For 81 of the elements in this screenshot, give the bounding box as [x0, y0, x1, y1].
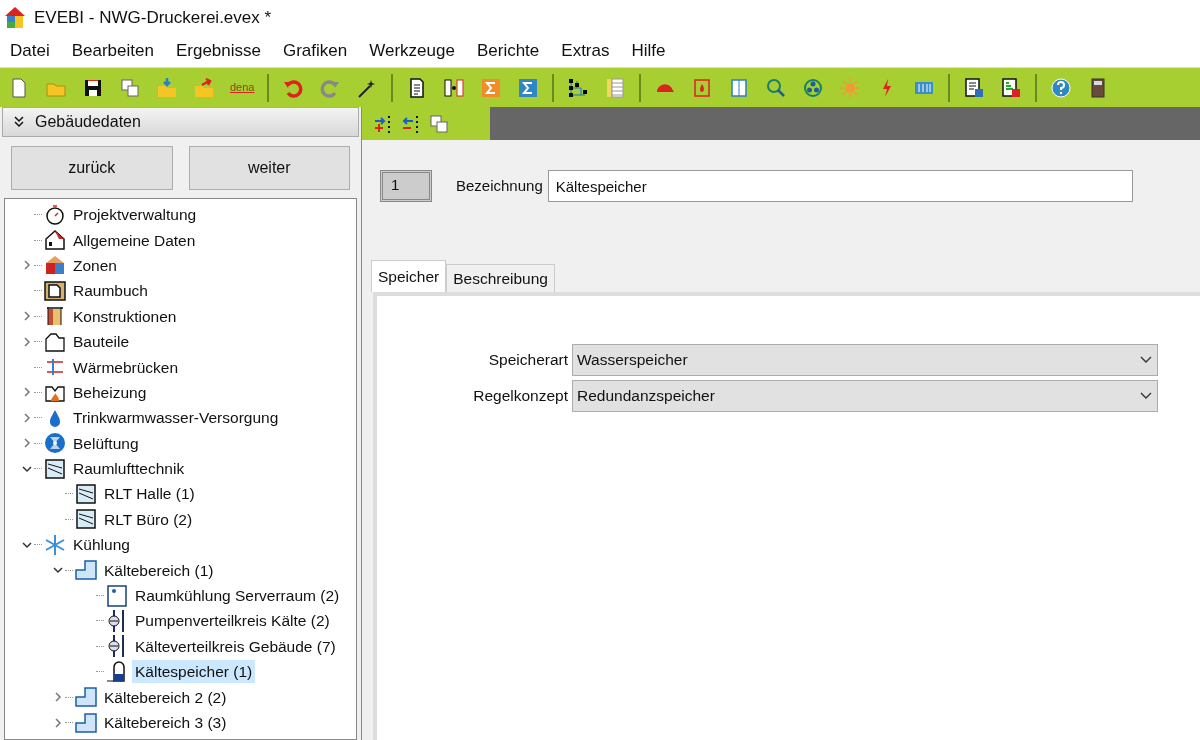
tree-item[interactable]: Beheizung [70, 380, 150, 404]
nav-button[interactable]: weiter [188, 146, 350, 190]
copy-icon [428, 112, 450, 135]
field-label: Bezeichnung [456, 175, 543, 196]
house-icon [43, 254, 67, 277]
tree-item[interactable]: Wärmebrücken [70, 355, 182, 379]
field-label: Speicherart [488, 350, 568, 371]
menu-item[interactable]: Extras [561, 38, 610, 64]
tree-item[interactable]: Belüftung [70, 431, 142, 455]
chevron-down-icon [1139, 355, 1153, 365]
energy-certificate-icon [1000, 76, 1023, 99]
tree-item[interactable]: Konstruktionen [70, 304, 180, 328]
tree-item[interactable]: Kältespeicher (1) [132, 660, 256, 684]
tree-item[interactable]: Raumbuch [70, 279, 151, 303]
menu-item[interactable]: Datei [10, 38, 50, 64]
expand-chevron-icon[interactable] [21, 335, 33, 348]
panel-header[interactable]: Gebäudedaten [2, 107, 359, 137]
tree-item[interactable]: Kühlung [70, 533, 133, 557]
stopwatch-icon [43, 203, 67, 226]
expand-chevron-icon[interactable] [52, 716, 64, 729]
sum-icon [517, 76, 540, 99]
expand-chevron-icon[interactable] [21, 437, 33, 450]
tree-item[interactable]: RLT Halle (1) [101, 482, 198, 506]
house-icon [43, 229, 67, 252]
double-chevron-icon [13, 116, 25, 128]
menu-item[interactable]: Bearbeiten [71, 38, 154, 64]
step-shape-icon [74, 559, 98, 582]
tree-item[interactable]: Trinkwarmwasser-Versorgung [70, 406, 282, 430]
tree-item[interactable]: Kältebereich (1) [101, 558, 217, 582]
expand-chevron-icon[interactable] [21, 259, 33, 272]
menu-item[interactable]: Werkzeuge [369, 38, 455, 64]
tree-item[interactable]: Bauteile [70, 330, 132, 354]
sum-icon [480, 76, 503, 99]
tree-item[interactable]: Projektverwaltung [70, 203, 200, 227]
report-icon [963, 76, 986, 99]
dropdown[interactable]: Wasserspeicher [572, 344, 1158, 376]
tree-item[interactable]: Zonen [70, 253, 120, 277]
tree-item[interactable]: RLT Büro (2) [101, 507, 196, 531]
folder-down-arrow-icon [156, 76, 178, 99]
menu-item[interactable]: Ergebnisse [175, 38, 261, 64]
copy-icon [119, 76, 141, 99]
expand-chevron-icon[interactable] [21, 310, 33, 323]
expand-chevron-icon[interactable] [21, 411, 33, 424]
house-outline-icon [43, 330, 67, 353]
tree-item[interactable]: Raumlufttechnik [70, 457, 188, 481]
tree-item[interactable]: Kältebereich 3 (3) [101, 711, 230, 734]
tab[interactable]: Beschreibung [446, 264, 555, 292]
step-shape-icon [74, 711, 98, 734]
sun-icon [839, 76, 862, 99]
cooling-unit-icon [105, 584, 129, 607]
panel-title: Gebäudedaten [35, 112, 141, 132]
tab[interactable]: Speicher [371, 260, 447, 292]
window-title: EVEBI - NWG-Druckerei.evex * [34, 6, 272, 29]
name-field[interactable]: Kältespeicher [547, 170, 1133, 202]
menu-item[interactable]: Berichte [476, 38, 540, 64]
help-icon [1050, 76, 1073, 99]
tree-item[interactable]: Kältebereich 2 (2) [101, 685, 230, 709]
dropdown[interactable]: Redundanzspeicher [572, 380, 1158, 412]
expand-chevron-icon[interactable] [21, 386, 33, 399]
chevron-down-icon [1139, 391, 1153, 401]
air-handling-unit-icon [43, 457, 67, 480]
air-handling-unit-icon [74, 508, 98, 531]
tree-item[interactable]: Raumkühlung Serverraum (2) [132, 584, 343, 608]
folder-arrow-icon [193, 76, 215, 99]
step-shape-icon [74, 686, 98, 709]
expand-chevron-icon[interactable] [52, 691, 64, 704]
toolbar-button[interactable]: dena [228, 79, 257, 96]
tree-item[interactable]: Allgemeine Daten [70, 228, 199, 252]
floor-plan-icon [43, 279, 67, 302]
menu-item[interactable]: Grafiken [283, 38, 348, 64]
brick-wall-icon [604, 76, 627, 99]
field-label: Regelkonzept [473, 386, 568, 407]
menu-item[interactable]: Hilfe [631, 38, 666, 64]
record-number: 1 [380, 170, 432, 202]
app-logo-icon [4, 5, 26, 30]
diagram-icon [567, 76, 590, 99]
tree-item[interactable]: Kälteverteilkreis Gebäude (7) [132, 634, 339, 658]
snowflake-icon [43, 533, 67, 556]
air-handling-unit-icon [74, 483, 98, 505]
nav-button[interactable]: zurück [11, 146, 173, 190]
tree-item[interactable]: Pumpenverteilkreis Kälte (2) [132, 609, 333, 633]
